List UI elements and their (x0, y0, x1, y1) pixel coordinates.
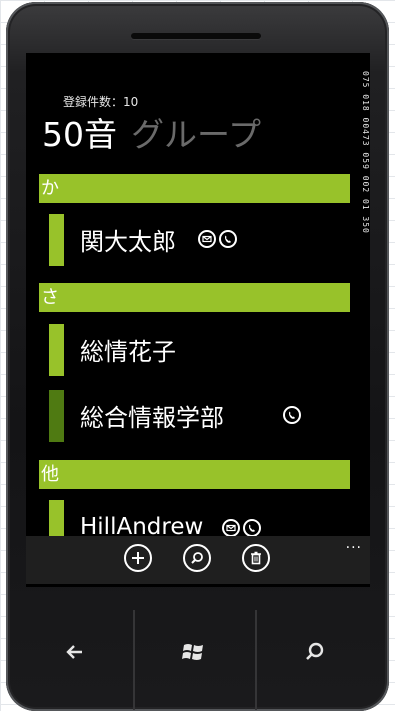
group-header-ka[interactable]: か (39, 174, 350, 203)
delete-icon (251, 551, 261, 565)
group-header-other[interactable]: 他 (39, 460, 350, 489)
contact-tile (49, 390, 64, 442)
search-button[interactable] (183, 544, 211, 572)
application-bar: ... (26, 536, 370, 584)
contact-tile (49, 324, 64, 376)
phone-icon (283, 406, 301, 424)
contact-icons (198, 230, 237, 248)
contact-name: 関大太郎 (80, 228, 176, 256)
hw-search-button[interactable] (295, 632, 335, 672)
add-icon (132, 552, 144, 564)
hw-back-button[interactable] (55, 632, 95, 672)
contact-item[interactable]: 総情花子 (49, 324, 349, 376)
delete-button[interactable] (242, 544, 270, 572)
search-icon (191, 552, 203, 564)
pivot-header: 50音 グループ (42, 108, 275, 156)
add-button[interactable] (124, 544, 152, 572)
phone-icon (219, 230, 237, 248)
appbar-more-button[interactable]: ... (346, 536, 362, 552)
contact-name: 総情花子 (80, 338, 176, 366)
contact-item[interactable]: 総合情報学部 (49, 390, 349, 442)
contact-item[interactable]: 関大太郎 (49, 214, 349, 266)
contact-tile (49, 214, 64, 266)
debug-status-strip: 075 018 00473 059 002 01 350 (361, 71, 370, 234)
back-arrow-icon (66, 645, 82, 659)
search-icon (306, 642, 324, 660)
hw-start-button[interactable] (174, 632, 214, 672)
mail-icon (198, 230, 216, 248)
pivot-tab-group[interactable]: グループ (131, 115, 261, 154)
pivot-tab-50on[interactable]: 50音 (42, 115, 117, 154)
contact-icons (283, 406, 301, 424)
phone-frame: 075 018 00473 059 002 01 350 登録件数：10 50音… (6, 2, 389, 711)
earpiece-speaker (131, 33, 261, 39)
phone-screen: 075 018 00473 059 002 01 350 登録件数：10 50音… (26, 53, 370, 587)
hw-divider (133, 610, 135, 710)
phone-icon (243, 519, 261, 537)
group-header-sa[interactable]: さ (39, 283, 350, 312)
mail-icon (222, 519, 240, 537)
contact-name: 総合情報学部 (80, 404, 224, 432)
hw-divider (255, 610, 257, 710)
contact-icons (222, 519, 261, 537)
windows-logo-icon (182, 644, 203, 660)
